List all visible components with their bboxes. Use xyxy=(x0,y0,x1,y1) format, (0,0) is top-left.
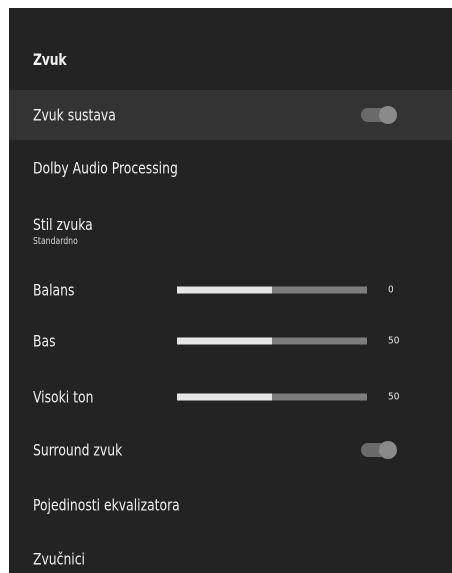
toggle-knob xyxy=(379,106,397,124)
toggle-knob xyxy=(379,441,397,459)
setting-row-treble[interactable]: Visoki ton 50 xyxy=(9,372,452,422)
setting-label: Pojedinosti ekvalizatora xyxy=(33,495,180,515)
setting-row-equalizer-details[interactable]: Pojedinosti ekvalizatora xyxy=(9,480,452,530)
page-title: Zvuk xyxy=(33,50,67,69)
setting-row-surround-sound[interactable]: Surround zvuk xyxy=(9,425,452,475)
setting-label: Stil zvuka xyxy=(33,215,93,234)
bass-slider[interactable] xyxy=(177,337,367,345)
setting-row-sound-style[interactable]: Stil zvuka Standardno xyxy=(9,203,452,253)
treble-slider[interactable] xyxy=(177,393,367,401)
slider-value: 0 xyxy=(388,284,394,296)
slider-value: 50 xyxy=(388,335,400,347)
sound-settings-panel: Zvuk Zvuk sustava Dolby Audio Processing… xyxy=(9,8,452,573)
setting-label: Balans xyxy=(33,280,75,300)
setting-row-dolby-audio-processing[interactable]: Dolby Audio Processing xyxy=(9,143,452,193)
setting-label: Zvuk sustava xyxy=(33,105,116,125)
system-sound-toggle[interactable] xyxy=(361,106,397,124)
slider-fill xyxy=(177,393,272,401)
setting-row-bass[interactable]: Bas 50 xyxy=(9,316,452,366)
setting-label: Bas xyxy=(33,331,56,351)
surround-sound-toggle[interactable] xyxy=(361,441,397,459)
setting-label: Zvučnici xyxy=(33,549,85,569)
slider-value: 50 xyxy=(388,391,400,403)
setting-row-speakers[interactable]: Zvučnici xyxy=(9,534,452,573)
setting-row-balance[interactable]: Balans 0 xyxy=(9,265,452,315)
setting-label: Surround zvuk xyxy=(33,440,123,460)
slider-fill xyxy=(177,337,272,345)
setting-label: Dolby Audio Processing xyxy=(33,158,178,178)
setting-row-system-sound[interactable]: Zvuk sustava xyxy=(9,90,452,140)
setting-label: Visoki ton xyxy=(33,387,94,407)
setting-value-label: Standardno xyxy=(33,236,78,247)
balance-slider[interactable] xyxy=(177,286,367,294)
slider-fill xyxy=(177,286,272,294)
